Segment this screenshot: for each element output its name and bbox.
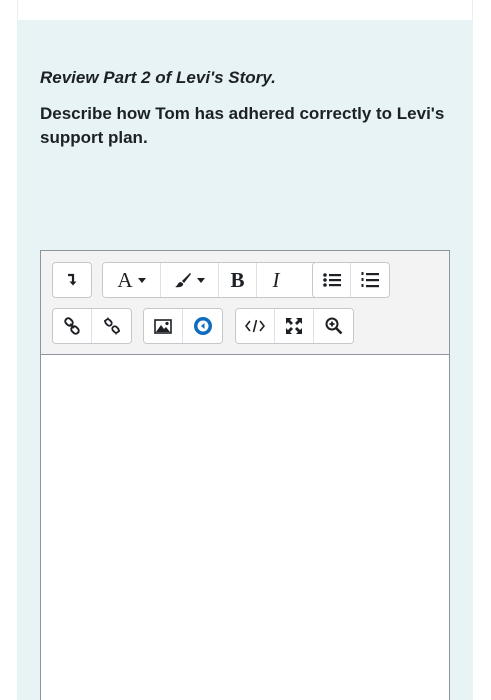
link-icon xyxy=(63,317,81,335)
collapse-button[interactable] xyxy=(53,263,91,297)
html-button[interactable] xyxy=(236,309,275,343)
arrow-down-icon xyxy=(66,273,78,287)
italic-label: I xyxy=(272,267,280,292)
media-button[interactable] xyxy=(183,309,222,343)
toolbar-group-style: A B I xyxy=(102,262,324,298)
bold-button[interactable]: B xyxy=(219,263,257,297)
question-title: Review Part 2 of Levi's Story. xyxy=(40,68,276,87)
toolbar-group-links xyxy=(52,308,132,344)
zoom-in-icon xyxy=(325,317,343,335)
toolbar-group-tools xyxy=(235,308,354,344)
fullscreen-button[interactable] xyxy=(275,309,314,343)
numbered-list-icon xyxy=(361,271,379,289)
toolbar-group-collapse xyxy=(52,262,92,298)
previous-card xyxy=(17,0,473,20)
caret-down-icon xyxy=(137,277,146,283)
font-style-label: A xyxy=(117,267,133,292)
image-icon xyxy=(154,318,172,334)
image-button[interactable] xyxy=(144,309,183,343)
caret-down-icon xyxy=(197,277,205,283)
bullet-list-icon xyxy=(322,272,341,288)
font-color-button[interactable] xyxy=(161,263,219,297)
unlink-icon xyxy=(103,317,121,335)
editor-content-area[interactable] xyxy=(41,356,449,700)
paintbrush-icon xyxy=(174,272,192,288)
italic-button[interactable]: I xyxy=(257,263,295,297)
zoom-button[interactable] xyxy=(314,309,353,343)
font-style-button[interactable]: A xyxy=(103,263,161,297)
unordered-list-button[interactable] xyxy=(313,263,351,297)
toolbar-group-lists xyxy=(312,262,390,298)
rich-text-editor: A B I xyxy=(40,250,450,700)
bold-label: B xyxy=(230,267,245,292)
unlink-button[interactable] xyxy=(92,309,131,343)
question-text: Describe how Tom has adhered correctly t… xyxy=(40,104,445,147)
media-icon xyxy=(193,316,213,336)
link-button[interactable] xyxy=(53,309,92,343)
ordered-list-button[interactable] xyxy=(351,263,389,297)
editor-toolbar: A B I xyxy=(41,251,449,355)
expand-icon xyxy=(285,317,303,335)
code-icon xyxy=(245,319,265,333)
toolbar-group-media xyxy=(143,308,223,344)
